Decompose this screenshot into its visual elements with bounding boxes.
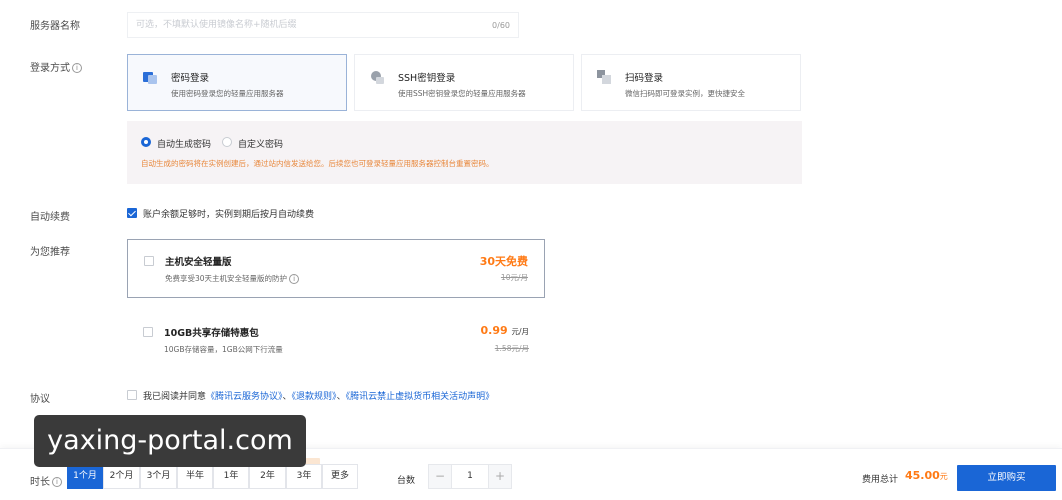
duration-label: 时长 i	[30, 473, 62, 488]
watermark: yaxing-portal.com	[34, 415, 306, 467]
quantity-plus-button[interactable]: +	[488, 464, 512, 489]
total-price: 45.00元	[905, 469, 948, 482]
qrcode-icon	[597, 70, 611, 84]
server-name-label: 服务器名称	[30, 21, 80, 32]
login-method-label: 登录方式 i	[30, 59, 82, 74]
quantity-minus-button[interactable]: −	[428, 464, 452, 489]
duration-half-year[interactable]: 半年	[177, 464, 213, 489]
quantity-label: 台数	[397, 476, 416, 486]
auto-renew-checkbox[interactable]	[127, 208, 137, 218]
agreement-checkbox[interactable]	[127, 390, 137, 400]
login-card-desc: 微信扫码即可登录实例，更快捷安全	[625, 89, 745, 98]
login-card-title: 密码登录	[171, 73, 210, 84]
password-hint: 自动生成的密码将在实例创建后，通过站内信发送给您。后续您也可登录轻量应用服务器控…	[141, 159, 494, 168]
login-card-title: 扫码登录	[625, 73, 664, 84]
auto-renew-text: 账户余额足够时，实例到期后按月自动续费	[143, 210, 315, 220]
total-label: 费用总计	[862, 475, 899, 485]
recommend-label: 为您推荐	[30, 247, 70, 258]
recommend-price: 0.99 元/月	[480, 324, 529, 337]
auto-password-radio[interactable]	[141, 137, 151, 147]
duration-more[interactable]: 更多	[322, 464, 358, 489]
service-agreement-link[interactable]: 《腾讯云服务协议》	[206, 392, 283, 402]
login-card-desc: 使用SSH密钥登录您的轻量应用服务器	[398, 89, 526, 98]
recommend-original-price: 10元/月	[500, 273, 528, 282]
char-counter: 0/60	[492, 21, 510, 30]
info-icon[interactable]: i	[72, 63, 82, 73]
password-settings-panel	[127, 121, 802, 184]
recommend-title: 主机安全轻量版	[165, 257, 232, 268]
recommend-checkbox[interactable]	[144, 256, 154, 266]
login-card-desc: 使用密码登录您的轻量应用服务器	[171, 89, 284, 98]
duration-1-month[interactable]: 1个月	[67, 464, 103, 489]
password-login-icon	[143, 72, 157, 84]
duration-3-months[interactable]: 3个月	[140, 464, 177, 489]
duration-1-year[interactable]: 1年	[213, 464, 249, 489]
recommend-card-storage[interactable]: 10GB共享存储特惠包 10GB存储容量，1GB公网下行流量 0.99 元/月 …	[127, 311, 545, 370]
quantity-input[interactable]: 1	[452, 464, 488, 489]
crypto-statement-link[interactable]: 《腾讯云禁止虚拟货币相关活动声明》	[346, 392, 495, 402]
recommend-title: 10GB共享存储特惠包	[164, 328, 259, 339]
agreement-label: 协议	[30, 394, 50, 405]
login-card-password[interactable]: 密码登录 使用密码登录您的轻量应用服务器	[127, 54, 347, 111]
server-name-field[interactable]: 0/60	[127, 12, 519, 38]
info-icon[interactable]: i	[289, 274, 300, 284]
info-icon[interactable]: i	[52, 477, 62, 487]
recommend-desc: 10GB存储容量，1GB公网下行流量	[164, 345, 283, 354]
duration-2-months[interactable]: 2个月	[103, 464, 140, 489]
custom-password-label[interactable]: 自定义密码	[238, 137, 283, 150]
recommend-checkbox[interactable]	[143, 327, 153, 337]
recommend-original-price: 1.58元/月	[494, 344, 529, 353]
auto-password-label[interactable]: 自动生成密码	[157, 137, 211, 150]
recommend-desc: 免费享受30天主机安全轻量版的防护 i	[165, 273, 300, 284]
login-card-ssh[interactable]: SSH密钥登录 使用SSH密钥登录您的轻量应用服务器	[354, 54, 574, 111]
buy-now-button[interactable]: 立即购买	[957, 465, 1056, 491]
custom-password-radio[interactable]	[222, 137, 232, 147]
login-card-qrcode[interactable]: 扫码登录 微信扫码即可登录实例，更快捷安全	[581, 54, 801, 111]
refund-rules-link[interactable]: 《退款规则》	[292, 392, 337, 402]
recommend-price: 30天免费	[479, 255, 528, 268]
server-name-input[interactable]	[128, 13, 518, 37]
key-icon	[371, 71, 384, 84]
recommend-card-host-security[interactable]: 主机安全轻量版 免费享受30天主机安全轻量版的防护 i 30天免费 10元/月	[127, 239, 545, 298]
duration-2-years[interactable]: 2年	[249, 464, 286, 489]
auto-renew-label: 自动续费	[30, 212, 70, 223]
login-card-title: SSH密钥登录	[398, 73, 456, 84]
duration-3-years[interactable]: 3年	[286, 464, 322, 489]
agreement-text: 我已阅读并同意《腾讯云服务协议》、《退款规则》、《腾讯云禁止虚拟货币相关活动声明…	[143, 392, 495, 402]
